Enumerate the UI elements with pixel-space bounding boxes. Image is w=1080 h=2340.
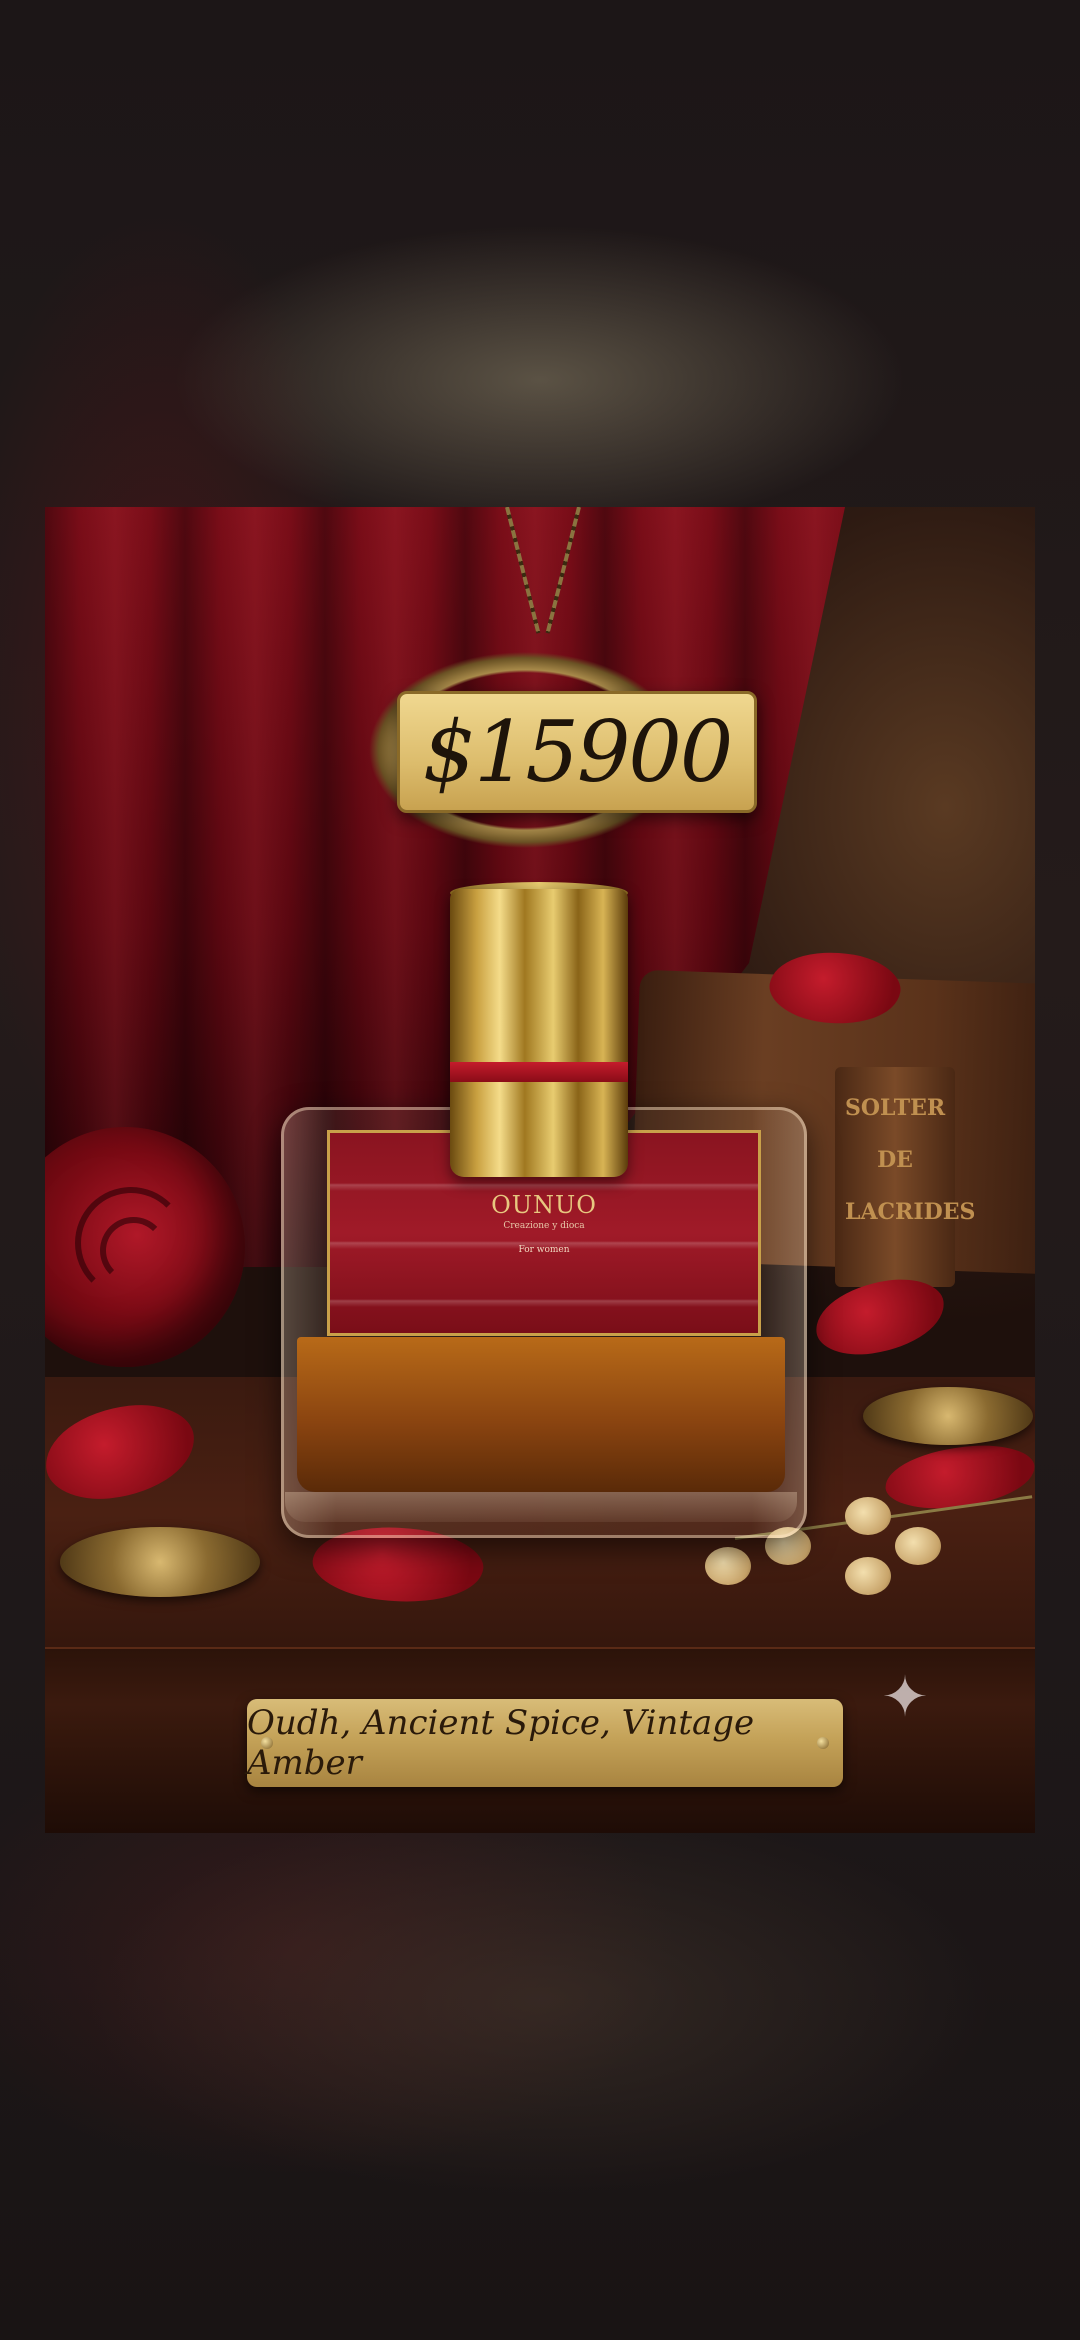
dried-flower	[845, 1557, 891, 1595]
book-spine-text: SOLTER DE LACRIDES	[845, 1095, 976, 1225]
price-tag: $15900	[397, 691, 757, 813]
dried-flower	[845, 1497, 891, 1535]
dried-flower	[705, 1547, 751, 1585]
label-subtitle: Creazione y dioca	[503, 1221, 585, 1231]
rivet-icon	[817, 1737, 829, 1749]
brand-name: OUNUO	[491, 1191, 597, 1219]
sparkle-icon: ✦	[881, 1665, 929, 1728]
gold-cap	[450, 889, 628, 1177]
rivet-icon	[261, 1737, 273, 1749]
bottle-base	[285, 1492, 797, 1522]
gold-brooch	[60, 1527, 260, 1597]
cap-ring	[450, 1062, 628, 1082]
fragrance-notes: Oudh, Ancient Spice, Vintage Amber	[247, 1703, 755, 1783]
price: $15900	[422, 703, 734, 801]
perfume-liquid	[297, 1337, 785, 1492]
notes-plaque: Oudh, Ancient Spice, Vintage Amber	[247, 1699, 843, 1787]
rose-petal-fold	[100, 1217, 167, 1284]
product-image: SOLTER DE LACRIDES OUNUO Creazione y dio…	[45, 507, 1035, 1833]
dried-flower	[895, 1527, 941, 1565]
rose-petal	[810, 1273, 950, 1361]
label-for: For women	[518, 1245, 570, 1255]
gold-brooch	[863, 1387, 1033, 1445]
